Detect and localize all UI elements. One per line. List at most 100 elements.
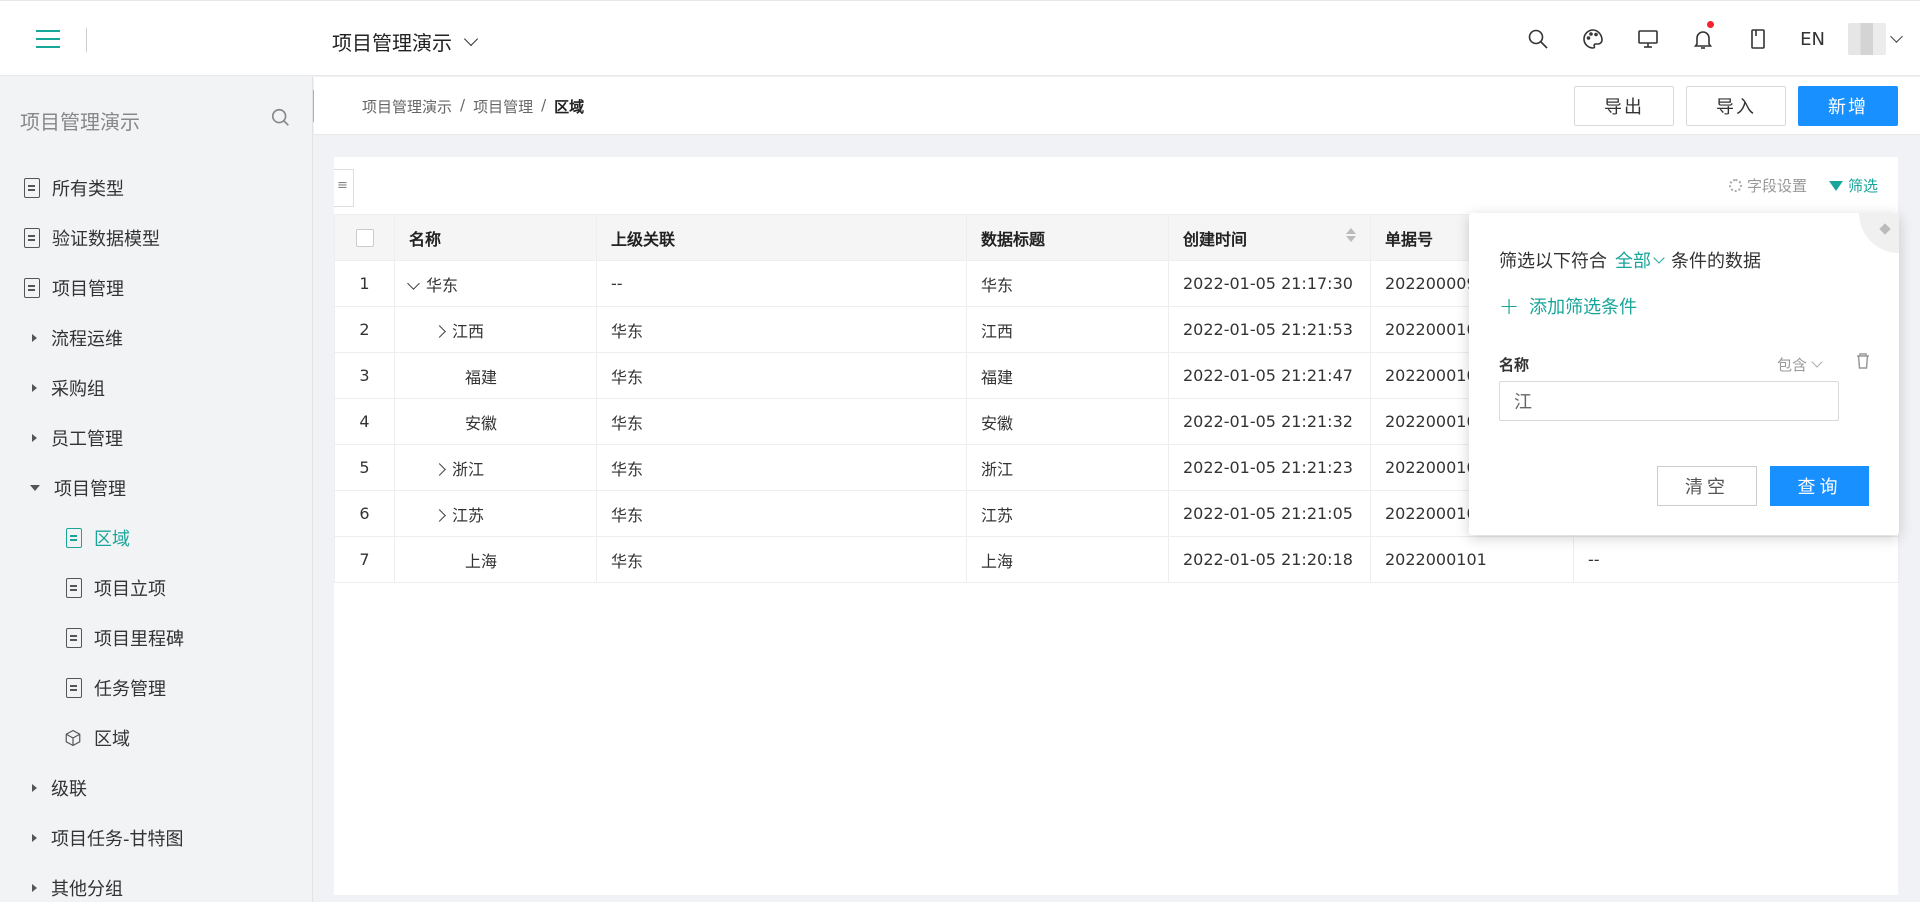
sidebar-item-all-types[interactable]: 所有类型 xyxy=(0,163,312,213)
row-index: 4 xyxy=(334,398,395,445)
cell-created: 2022-01-05 21:21:53 xyxy=(1168,306,1371,353)
caret-right-icon xyxy=(32,884,37,892)
sidebar-group-other[interactable]: 其他分组 xyxy=(0,863,312,902)
field-settings-label: 字段设置 xyxy=(1746,177,1807,195)
hamburger-menu-icon[interactable] xyxy=(36,29,60,49)
caret-right-icon xyxy=(32,334,37,342)
filter-value-input[interactable] xyxy=(1499,381,1839,421)
cell-parent: 华东 xyxy=(596,352,967,399)
sidebar-group-project-management[interactable]: 项目管理 xyxy=(0,463,312,513)
monitor-icon[interactable] xyxy=(1620,1,1675,77)
expand-toggle-icon[interactable] xyxy=(433,324,446,338)
gear-icon xyxy=(1728,179,1742,192)
cell-parent: 华东 xyxy=(596,306,967,353)
select-all-checkbox[interactable] xyxy=(355,229,374,248)
chevron-down-icon xyxy=(1811,356,1823,368)
document-icon xyxy=(66,628,82,648)
document-icon xyxy=(24,228,40,248)
select-all-cell xyxy=(334,214,395,261)
avatar xyxy=(1848,23,1886,55)
cell-parent: -- xyxy=(596,260,967,307)
filter-scope-line: 筛选以下符合 全部 条件的数据 xyxy=(1499,247,1761,273)
row-index: 6 xyxy=(334,490,395,537)
sidebar-item-milestones[interactable]: 项目里程碑 xyxy=(0,613,312,663)
cell-name: 浙江 xyxy=(394,444,597,491)
sidebar-item-label: 项目管理 xyxy=(54,479,126,500)
cell-name: 安徽 xyxy=(394,398,597,445)
search-icon[interactable] xyxy=(270,107,292,133)
sidebar-item-label: 验证数据模型 xyxy=(52,229,160,250)
column-header-name[interactable]: 名称 xyxy=(394,214,597,261)
document-icon xyxy=(66,678,82,698)
search-icon[interactable] xyxy=(1510,1,1565,77)
add-filter-condition-button[interactable]: + 添加筛选条件 xyxy=(1499,293,1637,319)
sidebar-item-label: 级联 xyxy=(51,779,87,800)
filter-label: 筛选 xyxy=(1847,177,1878,195)
cell-created: 2022-01-05 21:20:18 xyxy=(1168,536,1371,583)
filter-button[interactable]: 筛选 xyxy=(1828,175,1878,196)
cell-title: 华东 xyxy=(966,260,1169,307)
table-row[interactable]: 7 上海 华东 上海 2022-01-05 21:20:18 202200010… xyxy=(334,536,1899,583)
sidebar-item-label: 项目管理 xyxy=(52,279,124,300)
collapse-toggle-icon[interactable] xyxy=(407,276,420,290)
sidebar-item-region-model[interactable]: 区域 xyxy=(0,713,312,763)
caret-down-icon xyxy=(30,485,40,491)
clear-button[interactable]: 清空 xyxy=(1657,466,1757,506)
cell-parent: 华东 xyxy=(596,490,967,537)
app-switcher[interactable]: 项目管理演示 xyxy=(332,27,479,56)
breadcrumb-item[interactable]: 项目管理 xyxy=(473,96,533,117)
cell-created: 2022-01-05 21:17:30 xyxy=(1168,260,1371,307)
sort-icon[interactable] xyxy=(1346,227,1356,242)
sidebar-item-label: 项目里程碑 xyxy=(94,629,184,650)
expand-toggle-icon[interactable] xyxy=(433,462,446,476)
document-icon xyxy=(66,528,82,548)
column-header-created[interactable]: 创建时间 xyxy=(1168,214,1371,261)
filter-operator-value: 包含 xyxy=(1777,356,1808,374)
query-button[interactable]: 查询 xyxy=(1770,466,1869,506)
user-menu[interactable] xyxy=(1840,23,1920,55)
field-settings-button[interactable]: 字段设置 xyxy=(1728,175,1807,196)
cell-name: 华东 xyxy=(394,260,597,307)
column-toggle-button[interactable] xyxy=(334,169,354,207)
column-header-label: 创建时间 xyxy=(1183,229,1248,249)
sidebar-group-purchasing[interactable]: 采购组 xyxy=(0,363,312,413)
plus-icon: + xyxy=(1499,292,1520,320)
column-header-title[interactable]: 数据标题 xyxy=(966,214,1169,261)
filter-scope-select[interactable]: 全部 xyxy=(1615,247,1665,273)
sidebar-item-validation-model[interactable]: 验证数据模型 xyxy=(0,213,312,263)
sidebar-item-tasks[interactable]: 任务管理 xyxy=(0,663,312,713)
column-header-parent[interactable]: 上级关联 xyxy=(596,214,967,261)
sidebar-item-label: 所有类型 xyxy=(52,179,124,200)
pin-icon[interactable] xyxy=(1859,213,1899,253)
create-button[interactable]: 新增 xyxy=(1798,86,1898,126)
sidebar-item-region-active[interactable]: 区域 xyxy=(0,513,312,563)
bell-icon[interactable] xyxy=(1675,1,1730,77)
sidebar-item-project-management[interactable]: 项目管理 xyxy=(0,263,312,313)
caret-right-icon xyxy=(32,384,37,392)
filter-operator-select[interactable]: 包含 xyxy=(1777,354,1823,375)
import-button[interactable]: 导入 xyxy=(1686,86,1786,126)
book-icon[interactable] xyxy=(1730,1,1785,77)
filter-field-label: 名称 xyxy=(1499,356,1530,374)
sidebar-group-staff[interactable]: 员工管理 xyxy=(0,413,312,463)
breadcrumb-separator: / xyxy=(460,96,466,114)
palette-icon[interactable] xyxy=(1565,1,1620,77)
sidebar-group-gantt[interactable]: 项目任务-甘特图 xyxy=(0,813,312,863)
filter-suffix-text: 条件的数据 xyxy=(1671,251,1761,272)
expand-toggle-icon[interactable] xyxy=(433,508,446,522)
sidebar-title: 项目管理演示 xyxy=(20,109,140,134)
sidebar-item-project-initiation[interactable]: 项目立项 xyxy=(0,563,312,613)
cell-title: 福建 xyxy=(966,352,1169,399)
name-text: 华东 xyxy=(426,275,459,295)
export-button[interactable]: 导出 xyxy=(1574,86,1674,126)
cell-parent: 华东 xyxy=(596,444,967,491)
breadcrumb: 项目管理演示 / 项目管理 / 区域 xyxy=(362,96,584,117)
cell-title: 江西 xyxy=(966,306,1169,353)
sidebar-item-label: 员工管理 xyxy=(51,429,123,450)
breadcrumb-item[interactable]: 项目管理演示 xyxy=(362,96,452,117)
sidebar-group-process-ops[interactable]: 流程运维 xyxy=(0,313,312,363)
sidebar-group-cascade[interactable]: 级联 xyxy=(0,763,312,813)
language-switch[interactable]: EN xyxy=(1785,29,1840,50)
trash-icon[interactable] xyxy=(1855,352,1871,370)
funnel-icon xyxy=(1828,180,1843,191)
